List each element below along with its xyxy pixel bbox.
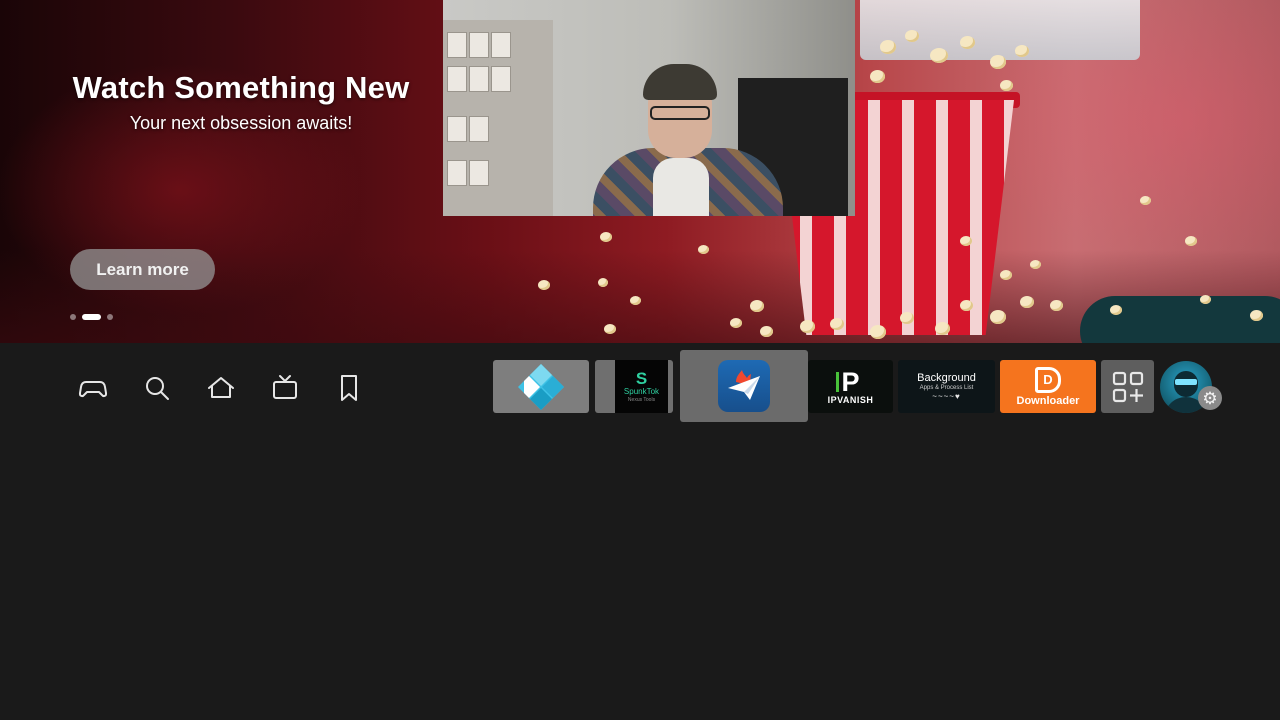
gear-icon[interactable]: ⚙ <box>1198 386 1222 410</box>
carousel-dot[interactable] <box>107 314 113 320</box>
background-apps-subtitle: Apps & Process List <box>919 384 974 391</box>
popcorn-kernel <box>604 324 616 334</box>
popcorn-kernel <box>900 312 914 324</box>
popcorn-kernel <box>730 318 742 328</box>
kodi-logo-icon <box>518 363 564 410</box>
popcorn-kernel <box>750 300 764 312</box>
hero-subtitle: Your next obsession awaits! <box>129 113 353 133</box>
background-apps-title: Background <box>917 371 976 384</box>
popcorn-kernel <box>1015 45 1029 57</box>
hero-background-tv <box>860 0 1140 60</box>
hero-banner[interactable]: Watch Something New Your next obsession … <box>0 0 1280 343</box>
popcorn-kernel <box>1185 236 1197 246</box>
popcorn-kernel <box>800 320 815 333</box>
popcorn-kernel <box>830 318 844 330</box>
bookmark-icon <box>341 375 357 401</box>
webcam-person-cap <box>643 64 717 100</box>
app-tile-background-apps[interactable]: Background Apps & Process List ~~~~♥ <box>898 360 995 413</box>
popcorn-kernel <box>990 310 1006 324</box>
tv-icon <box>273 375 297 399</box>
webcam-overlay <box>443 0 855 216</box>
downloader-logo-icon: D <box>1035 366 1061 393</box>
carousel-dot-active[interactable] <box>82 314 101 320</box>
popcorn-kernel <box>960 236 972 246</box>
spunktok-label: SpunkTok <box>623 386 660 396</box>
popcorn-kernel <box>930 48 948 63</box>
app-grid-plus-icon <box>1112 371 1143 402</box>
nav-watchlist[interactable] <box>333 372 365 404</box>
popcorn-kernel <box>1020 296 1034 308</box>
downloader-label: Downloader <box>1016 394 1080 407</box>
popcorn-kernel <box>698 245 709 254</box>
popcorn-kernel <box>1140 196 1151 205</box>
carousel-indicator <box>70 314 113 320</box>
popcorn-kernel <box>870 70 885 83</box>
nav-home[interactable] <box>205 372 237 404</box>
popcorn-kernel <box>760 326 773 337</box>
paper-plane-fire-icon <box>718 360 770 412</box>
popcorn-kernel <box>1250 310 1263 321</box>
learn-more-button[interactable]: Learn more <box>70 249 215 290</box>
popcorn-kernel <box>1050 300 1063 311</box>
popcorn-kernel <box>538 280 550 290</box>
popcorn-kernel <box>960 36 975 49</box>
search-icon <box>146 377 169 400</box>
spunktok-tagline: Nexus Tools <box>627 396 656 403</box>
carousel-dot[interactable] <box>70 314 76 320</box>
popcorn-kernel <box>1000 80 1013 91</box>
popcorn-kernel <box>1030 260 1041 269</box>
app-tile-ipvanish[interactable]: P IPVANISH <box>808 360 893 413</box>
popcorn-kernel <box>935 322 950 335</box>
popcorn-kernel <box>905 30 919 42</box>
popcorn-kernel <box>598 278 608 287</box>
popcorn-kernel <box>960 300 973 311</box>
nav-search[interactable] <box>141 372 173 404</box>
ipvanish-logo-icon: P <box>836 366 860 397</box>
popcorn-kernel <box>630 296 641 305</box>
popcorn-kernel <box>1000 270 1012 280</box>
game-controller-prop <box>1080 296 1280 343</box>
gamepad-icon <box>78 381 108 398</box>
app-library-button[interactable] <box>1101 360 1154 413</box>
spunktok-logo-icon: S <box>635 368 648 388</box>
popcorn-kernel <box>870 325 886 339</box>
app-tile-focused[interactable] <box>680 350 808 422</box>
popcorn-kernel <box>880 40 896 54</box>
popcorn-kernel <box>1110 305 1122 315</box>
heartbeat-icon: ~~~~♥ <box>932 391 961 401</box>
app-tile-downloader[interactable]: D Downloader <box>1000 360 1096 413</box>
popcorn-kernel <box>990 55 1006 69</box>
app-tile-kodi[interactable] <box>493 360 589 413</box>
popcorn-kernel <box>1200 295 1211 304</box>
nav-live-tv[interactable] <box>269 372 301 404</box>
app-tile-spunktok[interactable]: S SpunkTok Nexus Tools <box>595 360 673 413</box>
nav-games[interactable] <box>77 372 109 404</box>
popcorn-kernel <box>600 232 612 242</box>
home-icon <box>208 377 234 398</box>
hero-title: Watch Something New <box>72 70 410 105</box>
